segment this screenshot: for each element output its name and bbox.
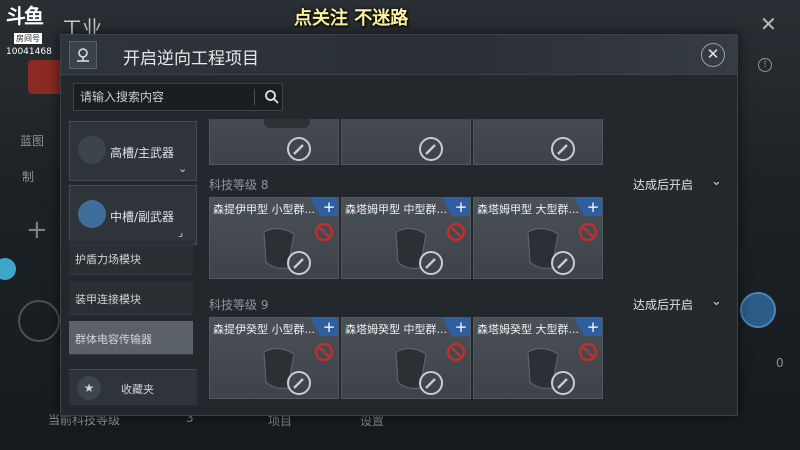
add-icon[interactable]: + bbox=[574, 198, 602, 216]
blueprint-card[interactable]: 森提伊甲型 小型群... + bbox=[209, 197, 339, 279]
background-make-label: 制 bbox=[22, 170, 35, 184]
add-icon[interactable]: + bbox=[310, 318, 338, 336]
card-name: 森提伊甲型 小型群... bbox=[213, 203, 315, 216]
subcategory-label: 群体电容传输器 bbox=[75, 333, 152, 346]
subcategory-label: 装甲连接模块 bbox=[75, 293, 141, 306]
main-weapon-icon bbox=[78, 136, 106, 164]
section-title: 科技等级 8 bbox=[209, 178, 269, 192]
add-icon[interactable]: + bbox=[442, 198, 470, 216]
background-close-icon: ✕ bbox=[760, 12, 777, 36]
wrench-icon bbox=[551, 371, 575, 395]
watermark-logo: 斗鱼 bbox=[6, 4, 44, 28]
ban-icon bbox=[314, 222, 334, 242]
ban-icon bbox=[578, 342, 598, 362]
blueprint-card-partial[interactable] bbox=[209, 119, 339, 165]
favorites-button[interactable]: ★ 收藏夹 bbox=[69, 369, 197, 405]
watermark-room-id: 10041468 bbox=[6, 47, 52, 57]
wrench-icon bbox=[551, 251, 575, 275]
stream-watermark: 斗鱼 房间号 10041468 bbox=[6, 6, 62, 57]
blueprint-card[interactable]: 森提伊癸型 小型群... + bbox=[209, 317, 339, 399]
section-status: 达成后开启 bbox=[633, 178, 694, 192]
search-icon[interactable] bbox=[264, 89, 280, 109]
blueprint-card[interactable]: 森塔姆甲型 中型群... + bbox=[341, 197, 471, 279]
category-label: 高槽/主武器 bbox=[110, 146, 175, 160]
category-list: 高槽/主武器 ⌄ 中槽/副武器 ⌟ 护盾力场模块 装甲连接模块 群体电容传输器 … bbox=[69, 121, 197, 405]
blueprint-card[interactable]: 森塔姆癸型 大型群... + bbox=[473, 317, 603, 399]
search-box bbox=[73, 83, 283, 111]
subcategory-shield[interactable]: 护盾力场模块 bbox=[69, 241, 193, 275]
background-add-icon: + bbox=[26, 215, 48, 245]
wrench-icon bbox=[419, 371, 443, 395]
section-title: 科技等级 9 bbox=[209, 298, 269, 312]
tech-level-section-header[interactable]: 科技等级 8 达成后开启 ⌄ bbox=[209, 173, 729, 193]
star-icon: ★ bbox=[77, 376, 101, 400]
chevron-down-icon: ⌄ bbox=[711, 174, 722, 189]
card-name: 森塔姆甲型 中型群... bbox=[345, 203, 447, 216]
wrench-icon bbox=[419, 137, 443, 161]
category-mid-slot[interactable]: 中槽/副武器 ⌟ bbox=[69, 185, 197, 245]
ban-icon bbox=[446, 222, 466, 242]
search-divider bbox=[254, 89, 255, 105]
category-label: 中槽/副武器 bbox=[110, 210, 175, 224]
subcategory-label: 护盾力场模块 bbox=[75, 253, 141, 266]
watermark-tag: 房间号 bbox=[14, 33, 42, 44]
factory-icon bbox=[28, 60, 62, 94]
reverse-engineering-modal: 开启逆向工程项目 ✕ 高槽/主武器 ⌄ 中槽/副武器 ⌟ 护盾力场模块 装甲连接… bbox=[60, 34, 738, 416]
tech-level-section-header[interactable]: 科技等级 9 达成后开启 ⌄ bbox=[209, 293, 729, 313]
research-icon bbox=[740, 292, 776, 328]
blueprint-card[interactable]: 森塔姆癸型 中型群... + bbox=[341, 317, 471, 399]
subcategory-armor[interactable]: 装甲连接模块 bbox=[69, 281, 193, 315]
corner-indicator-icon: ⌟ bbox=[178, 226, 184, 239]
close-icon[interactable]: ✕ bbox=[701, 43, 725, 67]
wrench-icon bbox=[287, 251, 311, 275]
wrench-icon bbox=[419, 251, 443, 275]
blueprint-card-partial[interactable] bbox=[473, 119, 603, 165]
add-icon[interactable]: + bbox=[574, 318, 602, 336]
background-count: 0 bbox=[776, 356, 784, 370]
chevron-down-icon: ⌄ bbox=[178, 162, 188, 175]
microscope-icon bbox=[69, 41, 97, 69]
ban-icon bbox=[578, 222, 598, 242]
blueprint-card-partial[interactable] bbox=[341, 119, 471, 165]
card-name: 森塔姆甲型 大型群... bbox=[477, 203, 579, 216]
favorites-label: 收藏夹 bbox=[121, 383, 154, 396]
section-status: 达成后开启 bbox=[633, 298, 694, 312]
background-ban-icon bbox=[18, 300, 60, 342]
subcategory-capacitor[interactable]: 群体电容传输器 bbox=[69, 321, 193, 355]
add-icon[interactable]: + bbox=[310, 198, 338, 216]
add-icon[interactable]: + bbox=[442, 318, 470, 336]
wrench-icon bbox=[287, 137, 311, 161]
modal-header: 开启逆向工程项目 ✕ bbox=[61, 35, 737, 75]
follow-banner: 点关注 不迷路 bbox=[294, 8, 409, 29]
secondary-weapon-icon bbox=[78, 200, 106, 228]
ban-icon bbox=[314, 342, 334, 362]
search-input[interactable] bbox=[80, 87, 248, 107]
category-high-slot[interactable]: 高槽/主武器 ⌄ bbox=[69, 121, 197, 181]
card-name: 森提伊癸型 小型群... bbox=[213, 323, 315, 336]
info-badge-icon: ! bbox=[758, 58, 772, 72]
ban-icon bbox=[446, 342, 466, 362]
modal-title: 开启逆向工程项目 bbox=[123, 49, 259, 69]
card-name: 森塔姆癸型 中型群... bbox=[345, 323, 447, 336]
blueprint-grid: 科技等级 8 达成后开启 ⌄ 森提伊甲型 小型群... + 森塔姆甲型 中型群.… bbox=[205, 119, 735, 409]
background-blueprint-label: 蓝图 bbox=[20, 134, 45, 148]
chevron-down-icon: ⌄ bbox=[711, 294, 722, 309]
blueprint-card[interactable]: 森塔姆甲型 大型群... + bbox=[473, 197, 603, 279]
wrench-icon bbox=[287, 371, 311, 395]
card-name: 森塔姆癸型 大型群... bbox=[477, 323, 579, 336]
wrench-icon bbox=[551, 137, 575, 161]
